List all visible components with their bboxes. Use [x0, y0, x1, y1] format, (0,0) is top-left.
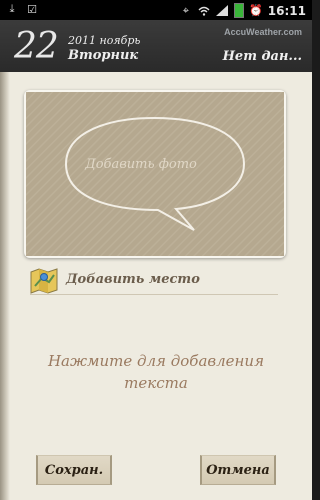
add-place-label: Добавить место — [66, 272, 200, 287]
date-header: 22 2011 ноябрь Вторник AccuWeather.com Н… — [0, 20, 312, 73]
page-binding — [0, 72, 10, 500]
save-button[interactable]: Сохран. — [36, 455, 112, 485]
download-icon: ⤓ — [9, 2, 15, 15]
weather-status[interactable]: Нет дан... — [223, 49, 302, 64]
gps-icon: ⌖ — [182, 3, 189, 17]
status-left-icons: ⤓ ☑ — [6, 2, 38, 16]
cancel-button[interactable]: Отмена — [200, 455, 276, 485]
speech-bubble-icon — [26, 92, 284, 256]
diary-page: Добавить фото Добавить место Нажмите для… — [0, 72, 312, 500]
weather-source: AccuWeather.com — [224, 27, 302, 37]
add-place-row[interactable]: Добавить место — [30, 268, 278, 295]
status-bar: ⤓ ☑ ⌖ ⏰ 16:11 — [0, 0, 312, 20]
weekday: Вторник — [68, 48, 139, 63]
task-icon: ☑ — [27, 2, 37, 16]
add-photo-area[interactable]: Добавить фото — [24, 90, 286, 258]
month-year: 2011 ноябрь — [68, 34, 141, 47]
status-time: 16:11 — [267, 3, 306, 18]
status-right-icons: ⌖ ⏰ 16:11 — [180, 3, 306, 18]
alarm-icon: ⏰ — [248, 4, 263, 17]
day-number[interactable]: 22 — [14, 26, 59, 67]
map-icon — [30, 268, 58, 294]
wifi-icon — [198, 5, 210, 17]
battery-icon — [233, 3, 244, 18]
add-photo-label: Добавить фото — [85, 157, 197, 172]
date-block[interactable]: 2011 ноябрь Вторник — [68, 34, 140, 63]
add-text-area[interactable]: Нажмите для добавления текста — [20, 350, 292, 394]
signal-icon — [215, 5, 228, 17]
